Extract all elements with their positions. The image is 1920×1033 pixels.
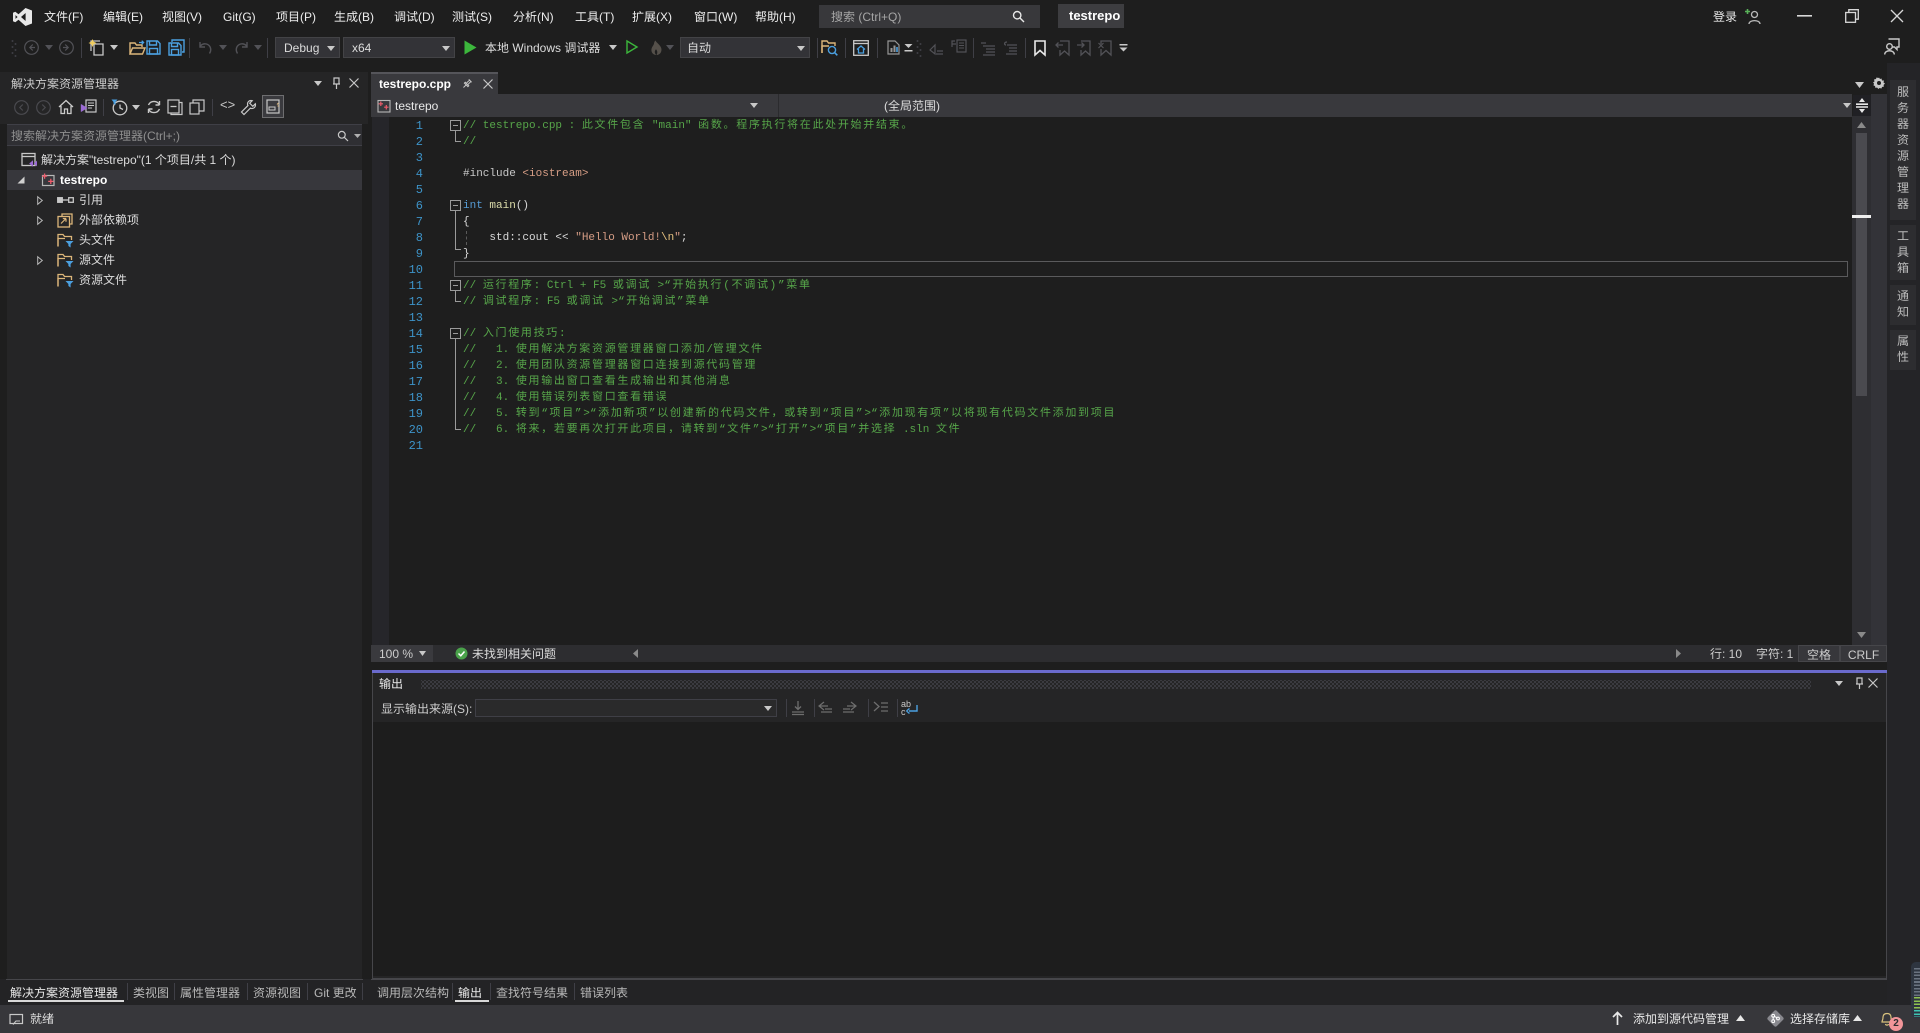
svg-text:c: c	[901, 707, 906, 717]
